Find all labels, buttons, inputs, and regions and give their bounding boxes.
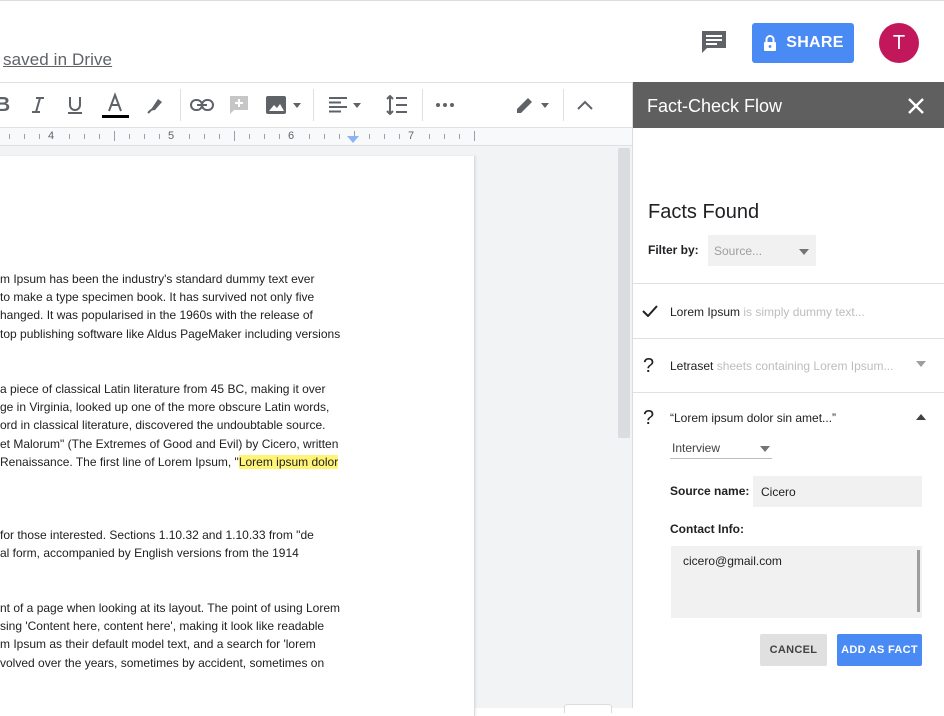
contact-info-value: cicero@gmail.com: [683, 554, 782, 568]
saved-status-link[interactable]: saved in Drive: [3, 50, 112, 70]
filter-placeholder: Source...: [714, 243, 763, 258]
lock-icon: [764, 35, 777, 51]
toolbar-divider: [563, 89, 564, 121]
bold-icon[interactable]: B: [0, 83, 12, 127]
collapse-icon[interactable]: [572, 83, 598, 127]
fact-name: “Lorem ipsum dolor sin amet...”: [670, 411, 837, 425]
text-line: sing 'Content here, content here', makin…: [0, 619, 325, 634]
question-icon: ?: [643, 407, 655, 429]
fact-check-panel: Fact-Check Flow Facts Found Filter by: S…: [632, 82, 944, 708]
check-icon: [642, 305, 658, 317]
explore-tab[interactable]: [564, 704, 612, 713]
paragraph: for those interested. Sections 1.10.32 a…: [0, 526, 314, 562]
text-line: et Malorum" (The Extremes of Good and Ev…: [0, 436, 339, 451]
divider: [633, 392, 944, 393]
fact-item[interactable]: Lorem Ipsum is simply dummy text...: [633, 284, 944, 338]
indent-marker[interactable]: [347, 136, 359, 143]
italic-icon[interactable]: [26, 83, 50, 127]
line-spacing-icon[interactable]: [384, 83, 410, 127]
insert-comment-icon[interactable]: [227, 83, 251, 127]
cancel-button[interactable]: CANCEL: [760, 634, 827, 666]
toolbar-divider: [313, 89, 314, 121]
facts-found-heading: Facts Found: [648, 201, 760, 223]
paragraph: nt of a page when looking at its layout.…: [0, 599, 340, 672]
text-line: m Ipsum as their default model text, and…: [0, 637, 316, 652]
document-page[interactable]: m Ipsum has been the industry's standard…: [0, 156, 475, 716]
toolbar-divider: [422, 89, 423, 121]
ruler[interactable]: 4 5 6 7: [0, 128, 632, 146]
text-line: ord in classical literature, discovered …: [0, 418, 326, 433]
fact-label: Lorem Ipsum is simply dummy text...: [670, 305, 865, 319]
align-icon[interactable]: [324, 83, 366, 127]
text-fragment: Renaissance. The first line of Lorem Ips…: [0, 454, 239, 469]
underline-icon[interactable]: [62, 83, 88, 127]
fact-item[interactable]: ? Letraset sheets containing Lorem Ipsum…: [633, 339, 944, 393]
document-scrollbar[interactable]: [618, 148, 630, 438]
ruler-number: 7: [408, 130, 415, 142]
filter-source-select[interactable]: Source...: [708, 235, 816, 266]
paragraph: m Ipsum has been the industry's standard…: [0, 270, 340, 343]
source-type-select[interactable]: Interview: [670, 437, 772, 459]
text-line: to make a type specimen book. It has sur…: [0, 290, 315, 305]
text-line: top publishing software like Aldus PageM…: [0, 326, 341, 341]
source-type-value: Interview: [672, 440, 721, 455]
document-canvas: m Ipsum has been the industry's standard…: [0, 146, 632, 716]
comment-icon[interactable]: [700, 30, 728, 54]
text-line: volved over the years, sometimes by acci…: [0, 655, 325, 670]
text-line: nt of a page when looking at its layout.…: [0, 601, 340, 615]
text-line: al form, accompanied by English versions…: [0, 546, 299, 561]
close-icon[interactable]: [907, 97, 925, 115]
image-icon[interactable]: [262, 83, 304, 127]
more-icon[interactable]: [432, 83, 458, 127]
editing-mode-icon[interactable]: [510, 83, 554, 127]
fact-description: is simply dummy text...: [740, 305, 865, 319]
fact-label: Letraset sheets containing Lorem Ipsum..…: [670, 359, 893, 373]
share-button[interactable]: SHARE: [752, 23, 854, 63]
text-line: ge in Virginia, looked up one of the mor…: [0, 400, 330, 415]
panel-title: Fact-Check Flow: [647, 96, 783, 116]
add-as-fact-button[interactable]: ADD AS FACT: [837, 634, 922, 666]
text-line: m Ipsum has been the industry's standard…: [0, 272, 315, 286]
highlight-icon[interactable]: [142, 83, 168, 127]
contact-info-label: Contact Info:: [670, 522, 744, 536]
highlighted-fact[interactable]: Lorem ipsum dolor: [238, 454, 339, 469]
ruler-number: 5: [168, 130, 175, 142]
textarea-scrollbar[interactable]: [917, 550, 920, 612]
paragraph: a piece of classical Latin literature fr…: [0, 380, 338, 471]
contact-info-textarea[interactable]: cicero@gmail.com: [671, 546, 922, 618]
fact-name: Lorem Ipsum: [670, 305, 741, 319]
chevron-down-icon: [760, 446, 770, 452]
toolbar-divider: [180, 89, 181, 121]
avatar[interactable]: T: [879, 23, 919, 63]
question-icon: ?: [643, 355, 655, 377]
source-name-label: Source name:: [670, 484, 750, 498]
text-color-icon[interactable]: [100, 83, 130, 127]
fact-description: sheets containing Lorem Ipsum...: [713, 359, 894, 373]
text-line: Renaissance. The first line of Lorem Ips…: [0, 453, 339, 471]
text-line: for those interested. Sections 1.10.32 a…: [0, 528, 314, 542]
filter-label: Filter by:: [648, 243, 699, 257]
chevron-down-icon: [799, 249, 809, 255]
panel-header: Fact-Check Flow: [633, 82, 944, 128]
chevron-down-icon[interactable]: [916, 361, 926, 367]
share-label: SHARE: [786, 34, 844, 51]
formatting-toolbar: B: [0, 82, 632, 128]
ruler-number: 4: [48, 130, 55, 142]
chevron-up-icon[interactable]: [916, 414, 926, 420]
fact-name: Letraset: [670, 359, 714, 373]
text-line: hanged. It was popularised in the 1960s …: [0, 308, 313, 323]
source-name-input[interactable]: Cicero: [753, 476, 922, 507]
ruler-number: 6: [288, 130, 295, 142]
top-bar: saved in Drive SHARE T: [0, 0, 944, 83]
text-line: a piece of classical Latin literature fr…: [0, 382, 326, 396]
link-icon[interactable]: [188, 83, 216, 127]
